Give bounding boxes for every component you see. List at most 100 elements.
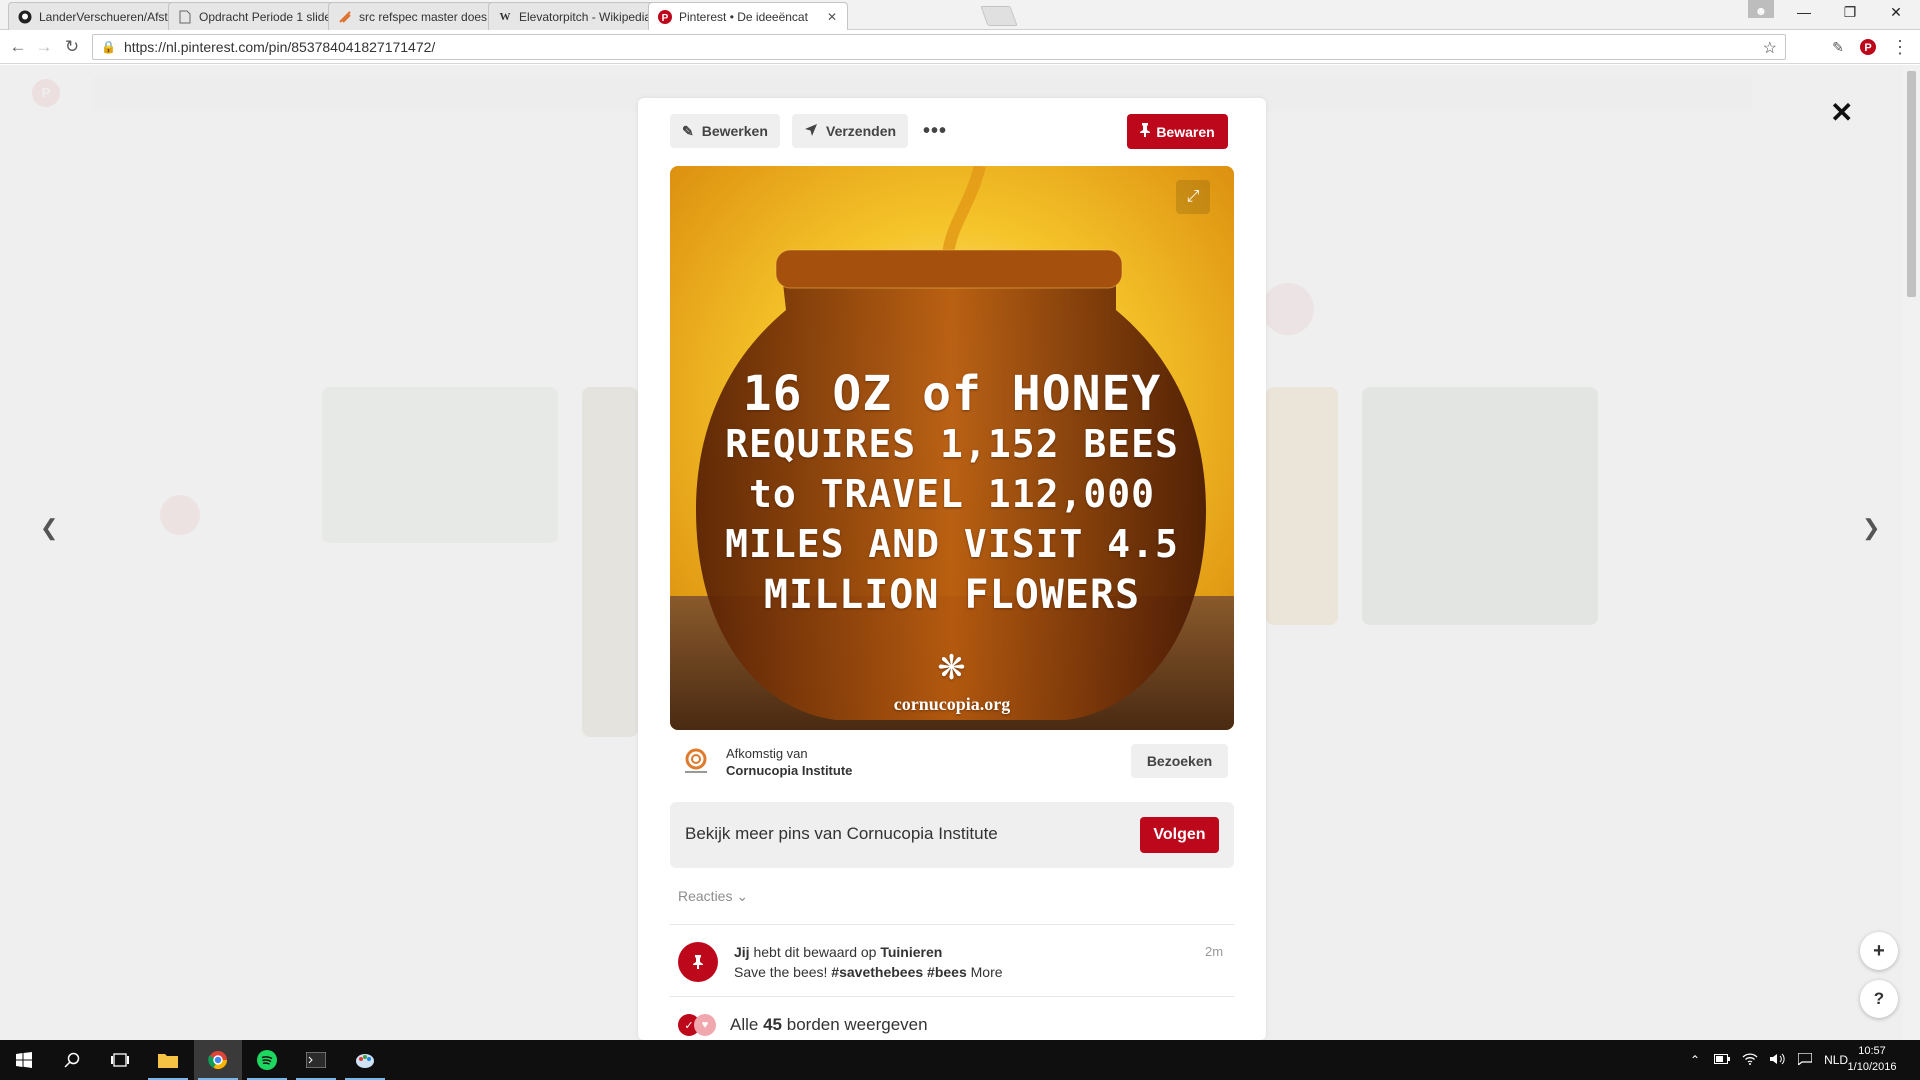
scrollbar-thumb[interactable] xyxy=(1907,71,1916,297)
system-tray: ⌃ NLD xyxy=(1690,1040,1848,1080)
wifi-icon[interactable] xyxy=(1742,1052,1758,1068)
saved-pin-avatar-icon xyxy=(678,942,718,982)
image-text-line: REQUIRES 1,152 BEES xyxy=(725,422,1179,466)
image-website-text: cornucopia.org xyxy=(893,694,1011,714)
show-all-boards[interactable]: ✓ ♥ Alle 45 borden weergeven xyxy=(678,1014,928,1036)
source-from-label: Afkomstig van xyxy=(726,746,808,761)
tab-title: LanderVerschueren/Afstu xyxy=(39,9,175,24)
boards-count: 45 xyxy=(763,1015,783,1034)
document-icon xyxy=(177,9,193,25)
pin-source: Afkomstig van Cornucopia Institute Bezoe… xyxy=(670,740,1234,784)
add-button[interactable]: + xyxy=(1860,932,1898,970)
clock-time: 10:57 xyxy=(1858,1045,1886,1057)
forward-icon[interactable]: → xyxy=(32,35,56,59)
tab-close-icon[interactable]: ✕ xyxy=(825,10,839,24)
url-text[interactable]: https://nl.pinterest.com/pin/85378404182… xyxy=(124,39,435,55)
chevron-down-icon: ⌄ xyxy=(736,888,749,904)
save-label: Bewaren xyxy=(1156,123,1215,140)
new-tab-button[interactable] xyxy=(980,6,1018,26)
reactions-toggle[interactable]: Reacties ⌄ xyxy=(678,888,748,905)
divider xyxy=(670,996,1234,997)
spotify-icon[interactable] xyxy=(243,1040,291,1080)
save-button[interactable]: Bewaren xyxy=(1127,114,1228,149)
tab-title: Pinterest • De ideeëncat xyxy=(679,10,808,24)
svg-text:P: P xyxy=(1864,42,1871,54)
reload-icon[interactable]: ↻ xyxy=(60,35,84,59)
page-scrollbar[interactable] xyxy=(1903,65,1920,1040)
pin-image[interactable]: 16 OZ of HONEY REQUIRES 1,152 BEES to TR… xyxy=(670,166,1234,730)
next-pin-icon[interactable]: ❯ xyxy=(1862,515,1880,541)
battery-icon[interactable] xyxy=(1714,1053,1731,1067)
windows-taskbar: ⌃ NLD 10:57 1/10/2016 xyxy=(0,1040,1920,1080)
terminal-icon[interactable] xyxy=(292,1040,340,1080)
taskbar-clock[interactable]: 10:57 1/10/2016 xyxy=(1842,1043,1902,1075)
pinterest-extension-icon[interactable]: P xyxy=(1858,37,1878,57)
tab-title: src refspec master does n xyxy=(359,9,498,24)
image-text-line: MILES AND VISIT 4.5 xyxy=(725,522,1179,566)
tab-title: Opdracht Periode 1 slide xyxy=(199,9,332,24)
minimize-icon[interactable]: — xyxy=(1781,0,1827,24)
reactions-label: Reacties xyxy=(678,888,733,904)
close-window-icon[interactable]: ✕ xyxy=(1873,0,1919,24)
wikipedia-icon: W xyxy=(499,10,511,23)
clock-date: 1/10/2016 xyxy=(1847,1061,1897,1073)
tab-pinterest[interactable]: P Pinterest • De ideeëncat ✕ xyxy=(648,2,848,31)
file-explorer-icon[interactable] xyxy=(144,1040,192,1080)
send-icon xyxy=(804,123,818,140)
send-button[interactable]: Verzenden xyxy=(792,114,909,148)
tab-title: Elevatorpitch - Wikipedia xyxy=(519,9,652,24)
pinterest-icon: P xyxy=(657,9,673,25)
pushpin-icon xyxy=(1140,123,1151,140)
more-pins-text[interactable]: Bekijk meer pins van Cornucopia Institut… xyxy=(685,824,998,844)
pencil-icon: ✎ xyxy=(682,122,694,139)
pen-extension-icon[interactable]: ✎ xyxy=(1828,37,1848,57)
activity-board[interactable]: Tuinieren xyxy=(880,944,942,960)
bookmark-star-icon[interactable]: ☆ xyxy=(1763,38,1777,58)
previous-pin-icon[interactable]: ❮ xyxy=(40,515,58,541)
source-name[interactable]: Cornucopia Institute xyxy=(726,763,852,778)
visit-button[interactable]: Bezoeken xyxy=(1131,744,1228,778)
show-hidden-icons-icon[interactable]: ⌃ xyxy=(1690,1053,1700,1067)
edit-label: Bewerken xyxy=(701,123,768,139)
github-icon xyxy=(17,9,33,25)
description-more-link[interactable]: More xyxy=(971,964,1003,980)
image-text-line: 16 OZ of HONEY xyxy=(742,366,1162,422)
boards-prefix: Alle xyxy=(730,1015,759,1034)
source-logo-icon[interactable] xyxy=(678,744,714,780)
notification-icon[interactable] xyxy=(1797,1051,1813,1068)
back-icon[interactable]: ← xyxy=(6,35,30,59)
spiral-logo-icon: ❋ xyxy=(937,648,967,688)
activity-user[interactable]: Jij xyxy=(734,944,750,960)
image-text-line: MILLION FLOWERS xyxy=(763,572,1141,618)
sourcetree-icon xyxy=(337,9,353,25)
follow-button[interactable]: Volgen xyxy=(1140,817,1219,853)
activity-line: Jij hebt dit bewaard op Tuinieren xyxy=(734,944,942,960)
boards-text: Alle 45 borden weergeven xyxy=(730,1015,928,1035)
search-icon[interactable] xyxy=(48,1040,96,1080)
help-button[interactable]: ? xyxy=(1860,980,1898,1018)
activity-text: hebt dit bewaard op xyxy=(753,944,877,960)
activity-time: 2m xyxy=(1205,944,1224,959)
browser-toolbar: ← → ↻ 🔒 https://nl.pinterest.com/pin/853… xyxy=(0,30,1920,64)
task-view-icon[interactable] xyxy=(96,1040,144,1080)
start-windows-icon[interactable] xyxy=(0,1040,48,1080)
restore-icon[interactable]: ❐ xyxy=(1827,0,1873,24)
send-label: Verzenden xyxy=(826,123,897,139)
heart-icon: ♥ xyxy=(694,1014,716,1036)
lock-icon: 🔒 xyxy=(101,40,116,54)
browser-tab-strip: LanderVerschueren/Afstu ✕ Opdracht Perio… xyxy=(0,0,1920,31)
chrome-icon[interactable] xyxy=(194,1040,242,1080)
edit-button[interactable]: ✎ Bewerken xyxy=(670,114,780,148)
expand-image-icon[interactable]: ⤢ xyxy=(1176,180,1210,214)
paint-app-icon[interactable] xyxy=(341,1040,389,1080)
close-modal-icon[interactable]: ✕ xyxy=(1830,96,1853,129)
menu-icon[interactable]: ⋮ xyxy=(1890,37,1910,57)
profile-icon[interactable]: ☻ xyxy=(1748,0,1774,18)
more-options-icon[interactable]: ••• xyxy=(923,114,947,148)
more-pins-box: Bekijk meer pins van Cornucopia Institut… xyxy=(670,802,1234,868)
volume-icon[interactable] xyxy=(1770,1053,1786,1068)
description-text: Save the bees! xyxy=(734,964,828,980)
address-bar[interactable]: 🔒 https://nl.pinterest.com/pin/853784041… xyxy=(92,34,1786,60)
boards-suffix: borden weergeven xyxy=(786,1015,928,1034)
description-hashtags[interactable]: #savethebees #bees xyxy=(831,964,966,980)
